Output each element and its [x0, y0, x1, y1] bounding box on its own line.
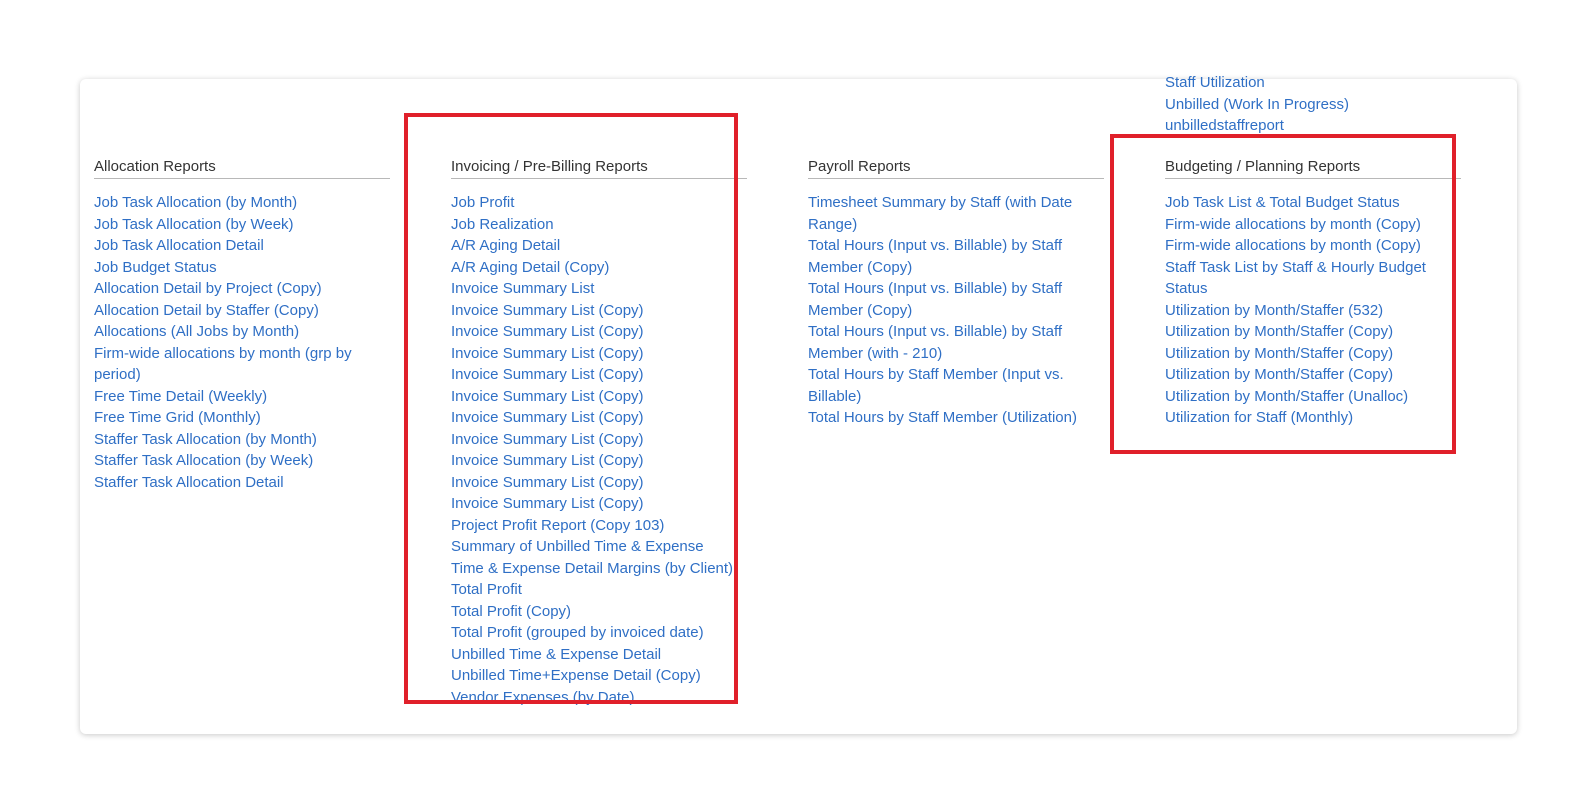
- report-link[interactable]: Job Task Allocation (by Week): [94, 214, 390, 236]
- report-link[interactable]: Job Task Allocation (by Month): [94, 192, 390, 214]
- report-link[interactable]: Free Time Grid (Monthly): [94, 407, 390, 429]
- report-link-unbilledstaffreport[interactable]: unbilledstaffreport: [1165, 115, 1465, 137]
- report-link[interactable]: Firm-wide allocations by month (Copy): [1165, 214, 1461, 236]
- report-link[interactable]: Utilization by Month/Staffer (Copy): [1165, 343, 1461, 365]
- report-link[interactable]: Total Profit (Copy): [451, 601, 747, 623]
- report-link[interactable]: Invoice Summary List (Copy): [451, 429, 747, 451]
- report-link[interactable]: Invoice Summary List (Copy): [451, 300, 747, 322]
- payroll-reports-header: Payroll Reports: [808, 157, 1104, 179]
- report-link[interactable]: Invoice Summary List (Copy): [451, 343, 747, 365]
- budgeting-reports-column: Budgeting / Planning Reports Job Task Li…: [1165, 157, 1461, 429]
- report-link[interactable]: Total Hours (Input vs. Billable) by Staf…: [808, 321, 1104, 364]
- report-link[interactable]: Firm-wide allocations by month (grp by p…: [94, 343, 390, 386]
- payroll-reports-column: Payroll Reports Timesheet Summary by Sta…: [808, 157, 1104, 429]
- report-link[interactable]: Invoice Summary List: [451, 278, 747, 300]
- report-link[interactable]: Summary of Unbilled Time & Expense: [451, 536, 747, 558]
- report-link[interactable]: Job Task List & Total Budget Status: [1165, 192, 1461, 214]
- report-link[interactable]: Invoice Summary List (Copy): [451, 407, 747, 429]
- report-link[interactable]: Free Time Detail (Weekly): [94, 386, 390, 408]
- report-link[interactable]: Timesheet Summary by Staff (with Date Ra…: [808, 192, 1104, 235]
- overflow-link-list: Staff Utilization Unbilled (Work In Prog…: [1165, 72, 1465, 137]
- report-link[interactable]: Total Hours by Staff Member (Utilization…: [808, 407, 1104, 429]
- report-link[interactable]: Staffer Task Allocation Detail: [94, 472, 390, 494]
- report-link[interactable]: Total Profit (grouped by invoiced date): [451, 622, 747, 644]
- report-link[interactable]: Total Hours (Input vs. Billable) by Staf…: [808, 235, 1104, 278]
- invoicing-report-list: Job Profit Job Realization A/R Aging Detai…: [451, 192, 747, 708]
- report-link[interactable]: Staffer Task Allocation (by Month): [94, 429, 390, 451]
- report-link[interactable]: Total Profit: [451, 579, 747, 601]
- report-link-unbilled-wip[interactable]: Unbilled (Work In Progress): [1165, 94, 1465, 116]
- report-link[interactable]: Unbilled Time+Expense Detail (Copy): [451, 665, 747, 687]
- report-link[interactable]: Utilization for Staff (Monthly): [1165, 407, 1461, 429]
- report-link[interactable]: Allocation Detail by Staffer (Copy): [94, 300, 390, 322]
- budgeting-reports-header: Budgeting / Planning Reports: [1165, 157, 1461, 179]
- report-link[interactable]: Vendor Expenses (by Date): [451, 687, 747, 709]
- report-link[interactable]: Staffer Task Allocation (by Week): [94, 450, 390, 472]
- invoicing-reports-header: Invoicing / Pre-Billing Reports: [451, 157, 747, 179]
- report-link[interactable]: Allocation Detail by Project (Copy): [94, 278, 390, 300]
- report-link[interactable]: Total Hours by Staff Member (Input vs. B…: [808, 364, 1104, 407]
- report-link[interactable]: Time & Expense Detail Margins (by Client…: [451, 558, 747, 580]
- report-link[interactable]: Job Task Allocation Detail: [94, 235, 390, 257]
- payroll-report-list: Timesheet Summary by Staff (with Date Ra…: [808, 192, 1104, 429]
- report-link[interactable]: A/R Aging Detail (Copy): [451, 257, 747, 279]
- report-link[interactable]: Job Budget Status: [94, 257, 390, 279]
- allocation-reports-header: Allocation Reports: [94, 157, 390, 179]
- report-link[interactable]: Utilization by Month/Staffer (Copy): [1165, 364, 1461, 386]
- invoicing-reports-column: Invoicing / Pre-Billing Reports Job Prof…: [451, 157, 747, 708]
- report-link[interactable]: Staff Task List by Staff & Hourly Budget…: [1165, 257, 1461, 300]
- report-link[interactable]: Utilization by Month/Staffer (Unalloc): [1165, 386, 1461, 408]
- report-link[interactable]: Invoice Summary List (Copy): [451, 321, 747, 343]
- report-link[interactable]: Total Hours (Input vs. Billable) by Staf…: [808, 278, 1104, 321]
- report-link[interactable]: A/R Aging Detail: [451, 235, 747, 257]
- report-link[interactable]: Invoice Summary List (Copy): [451, 364, 747, 386]
- report-link[interactable]: Utilization by Month/Staffer (532): [1165, 300, 1461, 322]
- report-link[interactable]: Invoice Summary List (Copy): [451, 450, 747, 472]
- report-link[interactable]: Utilization by Month/Staffer (Copy): [1165, 321, 1461, 343]
- report-link[interactable]: Allocations (All Jobs by Month): [94, 321, 390, 343]
- report-link[interactable]: Firm-wide allocations by month (Copy): [1165, 235, 1461, 257]
- report-link[interactable]: Project Profit Report (Copy 103): [451, 515, 747, 537]
- allocation-reports-column: Allocation Reports Job Task Allocation (…: [94, 157, 390, 493]
- report-link[interactable]: Job Realization: [451, 214, 747, 236]
- report-link[interactable]: Job Profit: [451, 192, 747, 214]
- report-link[interactable]: Invoice Summary List (Copy): [451, 386, 747, 408]
- report-link-staff-utilization[interactable]: Staff Utilization: [1165, 72, 1465, 94]
- budgeting-report-list: Job Task List & Total Budget Status Firm-…: [1165, 192, 1461, 429]
- reports-card: Staff Utilization Unbilled (Work In Prog…: [80, 74, 1517, 734]
- report-link[interactable]: Invoice Summary List (Copy): [451, 472, 747, 494]
- allocation-report-list: Job Task Allocation (by Month) Job Task A…: [94, 192, 390, 493]
- report-link[interactable]: Unbilled Time & Expense Detail: [451, 644, 747, 666]
- report-link[interactable]: Invoice Summary List (Copy): [451, 493, 747, 515]
